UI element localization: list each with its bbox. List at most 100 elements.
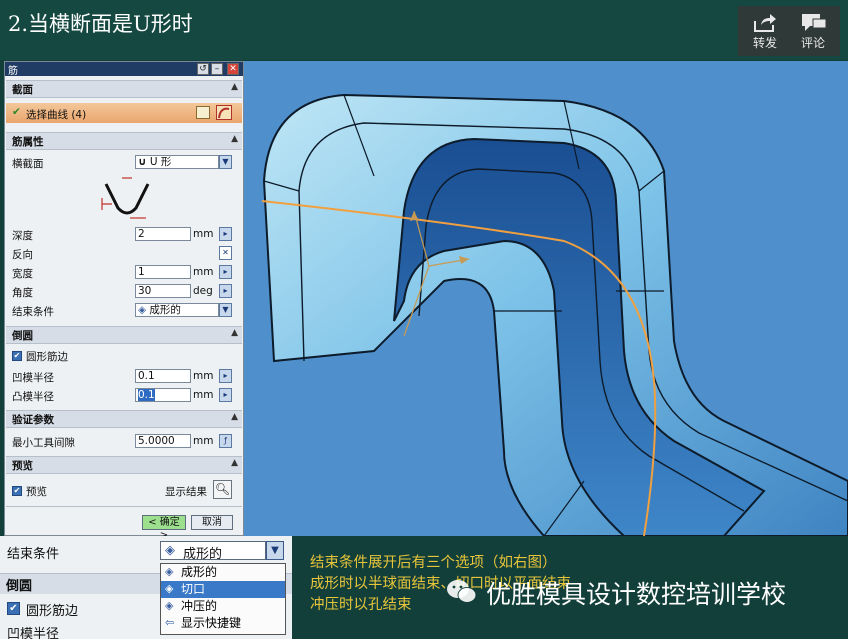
section-fillet-label: 倒圆 — [6, 579, 33, 594]
section-crosssection-label: 截面 — [12, 84, 33, 96]
section-rib-props[interactable]: 筋属性 ▲ — [6, 132, 242, 150]
angle-menu-icon[interactable]: ▸ — [219, 284, 232, 298]
punched-icon: ◈ — [165, 599, 174, 612]
comment-label: 评论 — [800, 36, 825, 50]
forward-button[interactable]: 转发 — [740, 8, 790, 54]
depth-input[interactable]: 2 — [135, 227, 191, 241]
reset-icon[interactable]: ↺ — [197, 63, 209, 75]
wechat-logo-icon — [447, 580, 477, 603]
dialog-title: 筋 — [8, 66, 18, 77]
collapse-icon: ▲ — [231, 82, 238, 92]
min-tool-clearance-unit: mm — [193, 435, 214, 447]
option-punched[interactable]: ◈ 冲压的 — [161, 598, 285, 615]
width-input[interactable]: 1 — [135, 265, 191, 279]
depth-label: 深度 — [12, 230, 33, 242]
curve-icon[interactable] — [216, 105, 232, 120]
chevron-down-icon[interactable]: ▼ — [266, 541, 284, 560]
preview-checkbox[interactable]: ✔ — [12, 486, 22, 496]
sketch-icon[interactable] — [196, 106, 210, 119]
section-verify[interactable]: 验证参数 ▲ — [6, 410, 242, 428]
ok-button[interactable]: < 确定 > — [142, 515, 186, 541]
comment-icon — [802, 14, 827, 31]
round-rib-edge-checkbox[interactable]: ✔ — [12, 351, 22, 361]
slide: 2.当横断面是U形时 转发 评论 筋 ↺ – ✕ 截面 ▲ ✔ 选择曲线 (4)… — [0, 0, 848, 639]
collapse-icon: ▲ — [231, 412, 238, 422]
section-preview-label: 预览 — [12, 460, 33, 472]
chevron-down-icon[interactable]: ▼ — [219, 303, 232, 317]
depth-menu-icon[interactable]: ▸ — [219, 227, 232, 241]
angle-input[interactable]: 30 — [135, 284, 191, 298]
magnifier-icon[interactable]: 🔍︎ — [213, 480, 232, 499]
section-verify-label: 验证参数 — [12, 414, 54, 426]
partial-label: 凹模半径 — [7, 627, 60, 639]
concave-radius-unit: mm — [193, 370, 214, 382]
collapse-icon: ▲ — [231, 328, 238, 338]
formed-icon: ◈ — [138, 304, 147, 316]
concave-radius-input[interactable]: 0.1 — [135, 369, 191, 383]
rib-model-graphic — [244, 61, 848, 536]
end-condition-value: 成形的 — [183, 547, 223, 562]
dialog-titlebar: 筋 ↺ – ✕ — [5, 62, 243, 77]
show-result-label: 显示结果 — [165, 486, 207, 498]
section-crosssection[interactable]: 截面 ▲ — [6, 80, 242, 98]
option-show-shortcuts[interactable]: ⇦ 显示快捷键 — [161, 615, 285, 632]
formed-icon: ◈ — [165, 543, 175, 558]
chevron-down-icon[interactable]: ▼ — [219, 155, 232, 169]
angle-label: 角度 — [12, 287, 33, 299]
checkmark-icon: ✔ — [12, 106, 21, 118]
end-condition-value: 成形的 — [149, 304, 181, 316]
convex-radius-unit: mm — [193, 389, 214, 401]
width-menu-icon[interactable]: ▸ — [219, 265, 232, 279]
min-tool-clearance-label: 最小工具间隙 — [12, 437, 75, 449]
comment-button[interactable]: 评论 — [788, 8, 838, 54]
select-curve-row[interactable]: ✔ 选择曲线 (4) — [6, 103, 242, 123]
concave-radius-label: 凹模半径 — [12, 372, 54, 384]
depth-unit: mm — [193, 228, 214, 240]
divider — [6, 506, 242, 507]
section-fillet[interactable]: 倒圆 ▲ — [6, 326, 242, 344]
slide-title: 2.当横断面是U形时 — [8, 12, 193, 36]
forward-label: 转发 — [752, 36, 777, 50]
width-label: 宽度 — [12, 268, 33, 280]
convex-radius-input[interactable]: 0.1 — [135, 388, 191, 402]
option-show-shortcuts-label: 显示快捷键 — [181, 616, 242, 630]
end-condition-label: 结束条件 — [12, 306, 54, 318]
formula-icon[interactable]: ƒ — [219, 434, 232, 448]
end-condition-select[interactable]: ◈ 成形的 — [135, 303, 219, 317]
u-shape-icon: ∪ — [138, 156, 147, 168]
reverse-label: 反向 — [12, 249, 33, 261]
model-viewport[interactable] — [244, 61, 848, 536]
reverse-direction-icon[interactable]: ✕ — [219, 246, 232, 260]
option-formed[interactable]: ◈ 成形的 — [161, 564, 285, 581]
preview-label: 预览 — [26, 486, 47, 498]
rib-dialog: 筋 ↺ – ✕ 截面 ▲ ✔ 选择曲线 (4) 筋属性 ▲ 横截面 ∪ U 形 … — [4, 61, 244, 541]
cross-section-value: U 形 — [149, 156, 172, 168]
option-cutout-label: 切口 — [181, 582, 206, 596]
note-line-1: 结束条件展开后有三个选项（如右图） — [310, 555, 557, 571]
convex-radius-label: 凸模半径 — [12, 391, 54, 403]
close-icon[interactable]: ✕ — [227, 63, 239, 75]
formed-icon: ◈ — [165, 565, 174, 578]
angle-unit: deg — [193, 285, 213, 297]
width-unit: mm — [193, 266, 214, 278]
section-rib-props-label: 筋属性 — [12, 136, 44, 148]
concave-radius-menu-icon[interactable]: ▸ — [219, 369, 232, 383]
title-bar: 2.当横断面是U形时 转发 评论 — [0, 0, 848, 60]
share-toolbar: 转发 评论 — [738, 6, 840, 56]
cross-section-select[interactable]: ∪ U 形 — [135, 155, 219, 169]
round-rib-edge-checkbox[interactable]: ✔ — [7, 602, 20, 615]
section-preview[interactable]: 预览 ▲ — [6, 456, 242, 474]
min-tool-clearance-input[interactable]: 5.0000 — [135, 434, 191, 448]
option-cutout[interactable]: ◈ 切口 — [161, 581, 285, 598]
cross-section-label: 横截面 — [12, 158, 44, 170]
cutout-icon: ◈ — [165, 582, 174, 595]
minimize-icon[interactable]: – — [211, 63, 223, 75]
select-curve-label: 选择曲线 (4) — [26, 109, 87, 121]
option-formed-label: 成形的 — [181, 565, 218, 579]
section-fillet-label: 倒圆 — [12, 330, 33, 342]
end-condition-label: 结束条件 — [7, 547, 60, 562]
u-section-diagram-icon — [101, 177, 150, 219]
convex-radius-menu-icon[interactable]: ▸ — [219, 388, 232, 402]
end-condition-select[interactable]: ◈ 成形的 — [160, 541, 266, 562]
cancel-button[interactable]: 取消 — [191, 515, 233, 530]
